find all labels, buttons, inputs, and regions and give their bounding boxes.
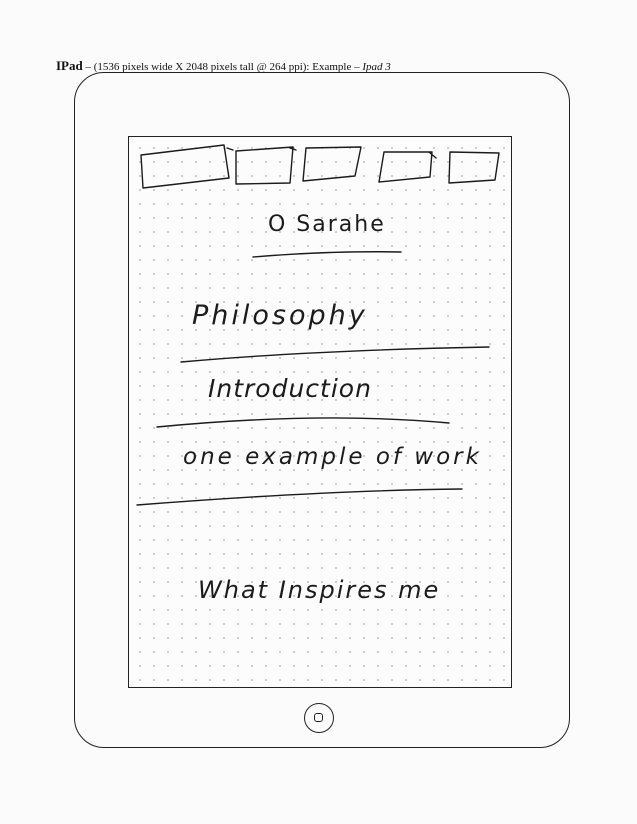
menu-item-introduction[interactable]: Introduction xyxy=(208,374,372,403)
menu-item-philosophy[interactable]: Philosophy xyxy=(192,300,368,331)
sketch-page: IPad – (1536 pixels wide X 2048 pixels t… xyxy=(0,0,637,824)
menu-item-example-of-work[interactable]: one example of work xyxy=(183,444,482,470)
home-button[interactable] xyxy=(304,703,334,733)
home-button-icon xyxy=(314,713,323,722)
site-title: O Sarahe xyxy=(268,212,386,237)
header-device-name: IPad xyxy=(56,58,83,73)
menu-item-what-inspires-me[interactable]: What Inspires me xyxy=(198,576,440,604)
header-dash: – xyxy=(85,61,91,73)
